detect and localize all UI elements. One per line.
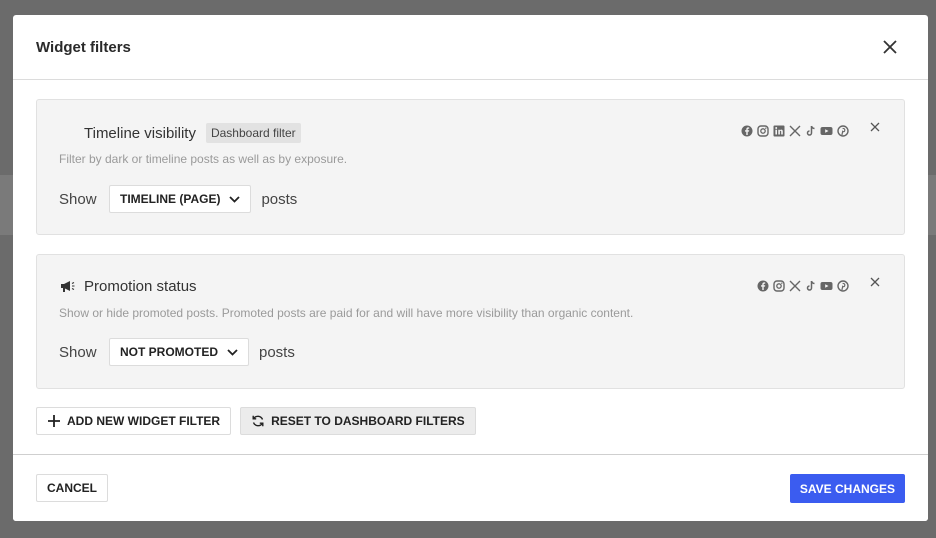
filter-description: Filter by dark or timeline posts as well… (59, 152, 348, 166)
instagram-icon (756, 124, 769, 137)
filter-value-row: Show NOT PROMOTED posts (59, 338, 295, 366)
tiktok-icon (804, 279, 817, 292)
add-widget-filter-label: ADD NEW WIDGET FILTER (67, 414, 221, 428)
remove-filter-close-icon[interactable] (868, 120, 882, 134)
tiktok-icon (804, 124, 817, 137)
facebook-icon (756, 279, 769, 292)
add-widget-filter-button[interactable]: ADD NEW WIDGET FILTER (36, 407, 232, 435)
filter-value-row: Show TIMELINE (PAGE) posts (59, 185, 297, 213)
filter-header: Timeline visibility Dashboard filter (59, 123, 301, 143)
modal-body: Timeline visibility Dashboard filter Fil… (13, 81, 928, 454)
filter-card-timeline-visibility: Timeline visibility Dashboard filter Fil… (36, 99, 905, 235)
show-label: Show (59, 190, 97, 208)
background-app (0, 175, 13, 235)
remove-filter-close-icon[interactable] (868, 275, 882, 289)
filter-header: Promotion status (59, 278, 197, 295)
chevron-down-icon (227, 348, 238, 356)
x-icon (788, 124, 801, 137)
dashboard-filter-badge: Dashboard filter (205, 123, 301, 143)
plus-icon (47, 414, 61, 428)
network-icons (740, 124, 849, 137)
facebook-icon (740, 124, 753, 137)
linkedin-icon (772, 124, 785, 137)
network-icons (756, 279, 849, 292)
widget-filters-modal: Widget filters Timeline visibility Dashb… (13, 15, 928, 521)
filter-title: Timeline visibility (84, 124, 196, 142)
show-label: Show (59, 343, 97, 361)
modal-header: Widget filters (13, 15, 928, 80)
chevron-down-icon (229, 195, 241, 203)
instagram-icon (772, 279, 785, 292)
pinterest-icon (836, 124, 849, 137)
close-icon[interactable] (880, 37, 900, 57)
filter-title: Promotion status (84, 278, 197, 295)
timeline-visibility-select[interactable]: TIMELINE (PAGE) (109, 185, 252, 213)
moon-icon (59, 125, 75, 141)
pinterest-icon (836, 279, 849, 292)
save-changes-button[interactable]: SAVE CHANGES (789, 474, 905, 503)
cancel-button[interactable]: CANCEL (36, 474, 108, 502)
posts-label: posts (261, 190, 298, 208)
promotion-status-select[interactable]: NOT PROMOTED (109, 338, 249, 366)
refresh-icon (251, 414, 265, 428)
select-value: NOT PROMOTED (120, 345, 218, 359)
posts-label: posts (259, 343, 295, 361)
filter-description: Show or hide promoted posts. Promoted po… (59, 306, 634, 320)
filter-card-promotion-status: Promotion status Show or hide promoted p… (36, 254, 905, 389)
x-icon (788, 279, 801, 292)
modal-title: Widget filters (36, 38, 131, 56)
select-value: TIMELINE (PAGE) (120, 192, 221, 206)
youtube-icon (820, 279, 833, 292)
youtube-icon (820, 124, 833, 137)
modal-footer: CANCEL SAVE CHANGES (13, 454, 928, 521)
reset-dashboard-filters-label: RESET TO DASHBOARD FILTERS (271, 414, 465, 428)
filter-actions: ADD NEW WIDGET FILTER RESET TO DASHBOARD… (36, 407, 476, 435)
reset-dashboard-filters-button[interactable]: RESET TO DASHBOARD FILTERS (240, 407, 476, 435)
background-app (928, 175, 936, 235)
megaphone-icon (59, 279, 75, 295)
